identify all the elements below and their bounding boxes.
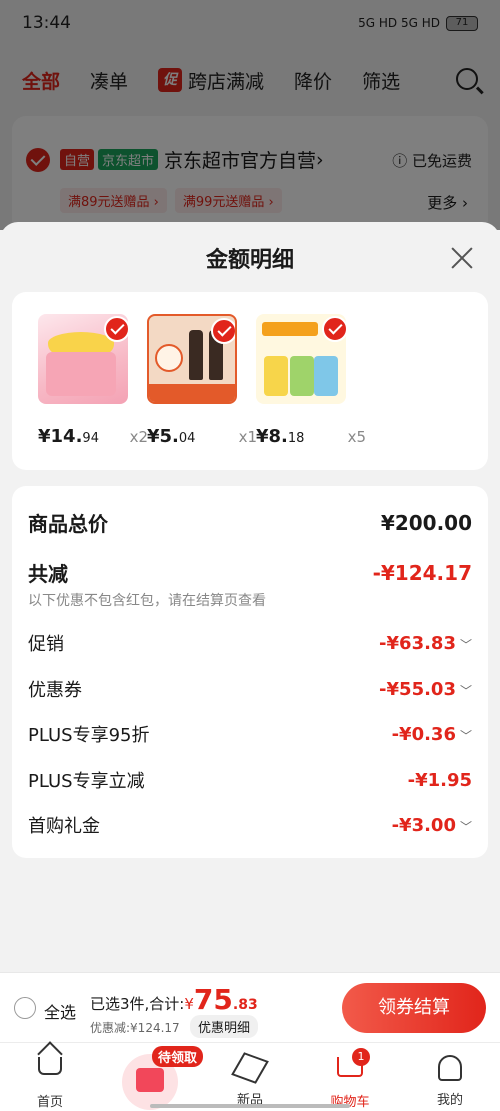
discount-detail-button[interactable]: 优惠明细 (190, 1015, 259, 1038)
total-reduction-amount: -¥124.17 (372, 560, 472, 585)
discount-label: 促销 (28, 634, 64, 655)
discount-amount: -¥1.95 (407, 769, 472, 791)
cube-icon (231, 1052, 269, 1084)
total-price-row: 商品总价 ¥200.00 (28, 508, 472, 537)
product-item[interactable]: ¥8.18 x5 (256, 314, 366, 447)
product-item[interactable]: ¥5.04 x1 (147, 314, 257, 447)
checkout-bar: 全选 已选3件,合计: ¥ 75 .83 优惠减:¥124.17 优惠明细 领券… (0, 972, 500, 1042)
discount-amount: -¥55.03 ﹀ (379, 678, 472, 700)
product-qty: x5 (347, 428, 366, 446)
modal-overlay[interactable] (0, 0, 500, 230)
currency-symbol: ¥ (184, 995, 194, 1013)
product-price: ¥14.94 (38, 426, 99, 447)
bottom-nav: 首页 新品 购物车 我的 (0, 1042, 500, 1111)
discount-row-promotion[interactable]: 促销 -¥63.83 ﹀ (28, 630, 472, 656)
summary-prefix: 已选3件,合计: (90, 995, 185, 1013)
checkout-summary: 已选3件,合计: ¥ 75 .83 (90, 983, 258, 1016)
product-strip: ¥14.94 x2 ¥5.04 x1 ¥8.18 x5 (12, 292, 488, 470)
selected-check-icon (322, 316, 346, 342)
nav-me-label: 我的 (436, 1093, 463, 1108)
product-qty: x1 (238, 428, 257, 446)
nav-me[interactable]: 我的 (410, 1051, 490, 1108)
product-price: ¥8.18 (256, 426, 305, 447)
chevron-down-icon: ﹀ (459, 637, 472, 652)
product-image (256, 314, 346, 404)
discount-label: PLUS专享95折 (28, 725, 150, 746)
total-price-dec: .83 (232, 997, 258, 1013)
nav-home[interactable]: 首页 (10, 1051, 90, 1110)
chevron-down-icon: ﹀ (459, 728, 472, 743)
gift-badge[interactable]: 待领取 (152, 1046, 204, 1067)
discount-row-coupon[interactable]: 优惠券 -¥55.03 ﹀ (28, 676, 472, 702)
total-price-int: 75 (193, 983, 233, 1016)
amount-details: 商品总价 ¥200.00 共减 -¥124.17 以下优惠不包含红包，请在结算页… (12, 486, 488, 858)
saved-amount: 优惠减:¥124.17 (90, 1021, 180, 1035)
total-reduction-label: 共减 (28, 562, 68, 586)
chevron-down-icon: ﹀ (459, 819, 472, 834)
checkout-button[interactable]: 领券结算 (342, 983, 486, 1033)
product-qty: x2 (129, 428, 148, 446)
discount-amount: -¥0.36 ﹀ (391, 723, 472, 745)
cart-count-badge: 1 (352, 1048, 370, 1066)
selected-check-icon (104, 316, 128, 342)
selected-check-icon (211, 318, 235, 344)
total-reduction-row: 共减 -¥124.17 (28, 558, 472, 587)
discount-label: 首购礼金 (28, 816, 100, 837)
discount-amount: -¥3.00 ﹀ (391, 814, 472, 836)
discount-label: PLUS专享立减 (28, 771, 145, 792)
sheet-title: 金额明细 (205, 248, 294, 273)
select-all-label[interactable]: 全选 (44, 999, 76, 1023)
discount-row-first-purchase[interactable]: 首购礼金 -¥3.00 ﹀ (28, 812, 472, 838)
product-image (147, 314, 237, 404)
total-price-label: 商品总价 (28, 512, 108, 536)
discount-label: 优惠券 (28, 680, 82, 701)
nav-home-label: 首页 (36, 1095, 63, 1110)
product-price: ¥5.04 (147, 426, 196, 447)
reduction-note: 以下优惠不包含红包，请在结算页查看 (28, 593, 266, 609)
product-image (38, 314, 128, 404)
discount-row-plus-95[interactable]: PLUS专享95折 -¥0.36 ﹀ (28, 721, 472, 747)
home-indicator (150, 1104, 350, 1108)
close-icon[interactable] (450, 246, 474, 270)
discount-row-plus-reduce: PLUS专享立减 -¥1.95 (28, 767, 472, 793)
home-icon (38, 1057, 62, 1075)
chevron-down-icon: ﹀ (459, 683, 472, 698)
nav-new[interactable]: 新品 (210, 1051, 290, 1108)
total-price-amount: ¥200.00 (380, 510, 472, 535)
user-icon (438, 1055, 462, 1081)
product-item[interactable]: ¥14.94 x2 (38, 314, 148, 447)
select-all-radio[interactable] (14, 997, 36, 1019)
discount-amount: -¥63.83 ﹀ (379, 632, 472, 654)
amount-detail-sheet: 金额明细 ¥14.94 x2 ¥5.04 x1 ¥8.18 x5 商品总价 ¥2… (0, 222, 500, 972)
nav-cart[interactable]: 购物车 (310, 1051, 390, 1110)
